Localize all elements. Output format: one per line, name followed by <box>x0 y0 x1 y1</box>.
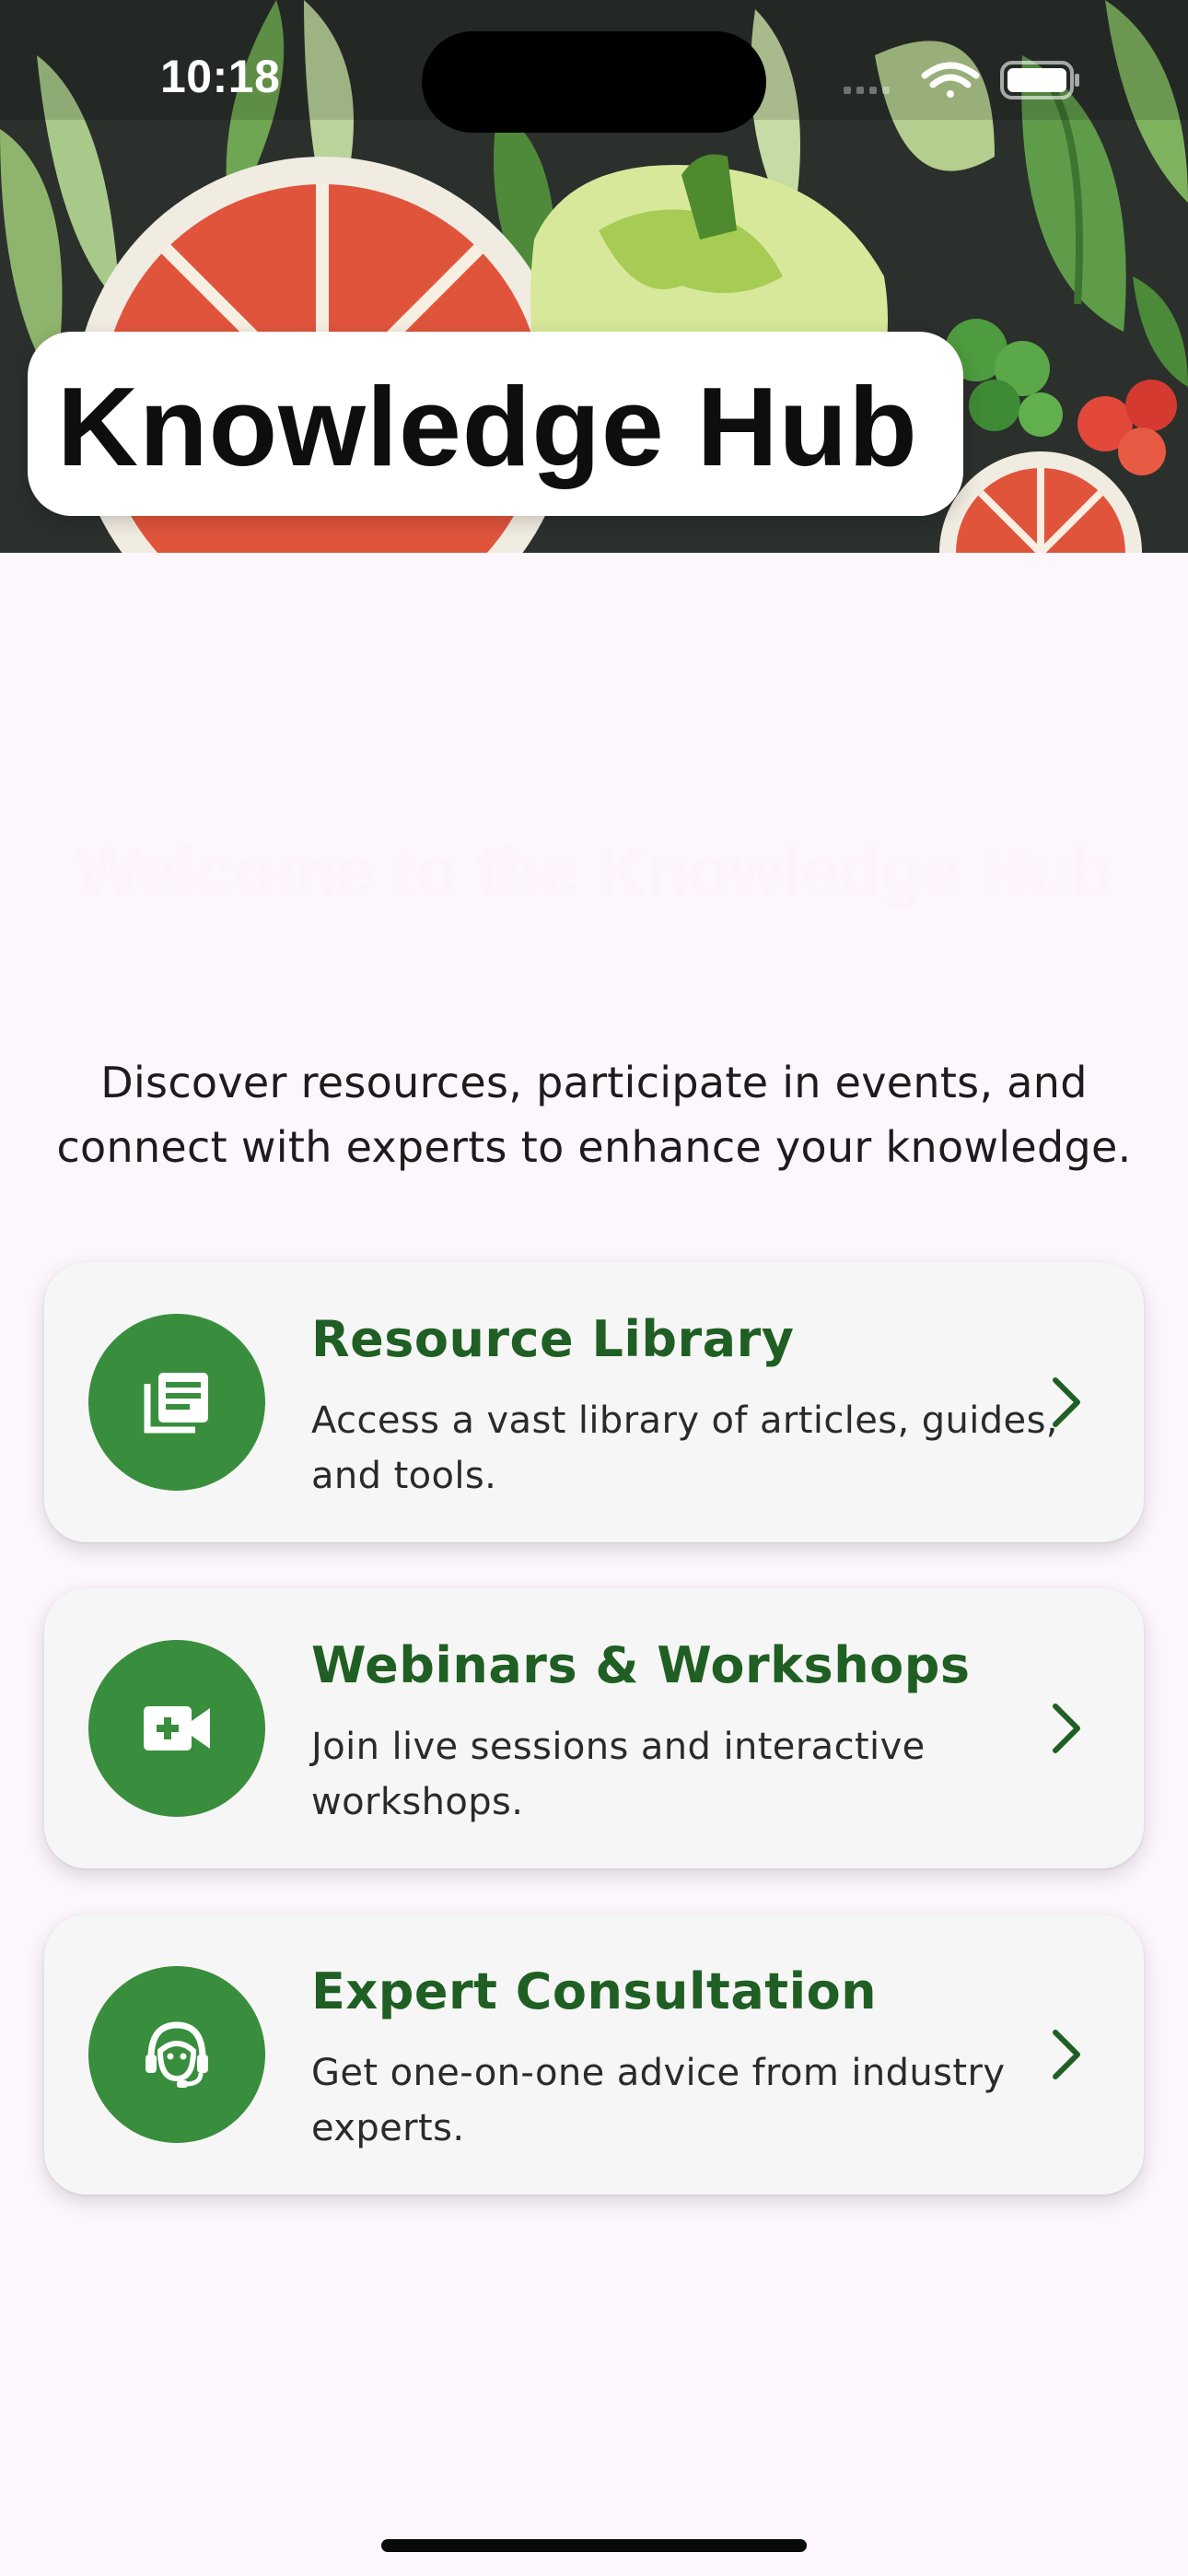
page-title: Knowledge Hub <box>57 364 918 489</box>
cellular-signal-icon <box>844 87 890 94</box>
webinars-workshops-card[interactable]: Webinars & Workshops Join live sessions … <box>44 1588 1144 1868</box>
status-bar-time: 10:18 <box>160 51 281 102</box>
webinars-icon-circle <box>88 1640 265 1817</box>
expert-consultation-card[interactable]: Expert Consultation Get one-on-one advic… <box>44 1914 1144 2195</box>
resource-library-card[interactable]: Resource Library Access a vast library o… <box>44 1262 1144 1542</box>
resource-library-description: Access a vast library of articles, guide… <box>311 1399 1058 1497</box>
home-indicator[interactable] <box>381 2539 807 2552</box>
welcome-heading: Welcome to the Knowledge Hub <box>76 833 1112 909</box>
webinars-workshops-title: Webinars & Workshops <box>311 1636 971 1694</box>
expert-consultation-description: Get one-on-one advice from industry expe… <box>311 2052 1006 2149</box>
chevron-right-icon <box>1053 1704 1080 1753</box>
wifi-icon <box>921 62 980 98</box>
chevron-right-icon <box>1053 1377 1080 1427</box>
battery-icon <box>1000 61 1079 100</box>
support-agent-icon <box>146 2021 208 2088</box>
hero-banner: 10:18 Knowledge Hub <box>0 0 1188 553</box>
video-call-icon <box>144 1706 210 1751</box>
expert-consultation-icon-circle <box>88 1966 265 2143</box>
webinars-workshops-description: Join live sessions and interactive works… <box>311 1726 926 1823</box>
resource-library-title: Resource Library <box>311 1310 795 1368</box>
library-books-icon <box>144 1373 208 1434</box>
resource-library-icon-circle <box>88 1314 265 1491</box>
status-icons <box>844 61 1079 100</box>
expert-consultation-title: Expert Consultation <box>311 1962 878 2020</box>
welcome-description: Discover resources, participate in event… <box>56 1058 1132 1172</box>
dynamic-island <box>422 31 766 133</box>
chevron-right-icon <box>1053 2030 1080 2079</box>
